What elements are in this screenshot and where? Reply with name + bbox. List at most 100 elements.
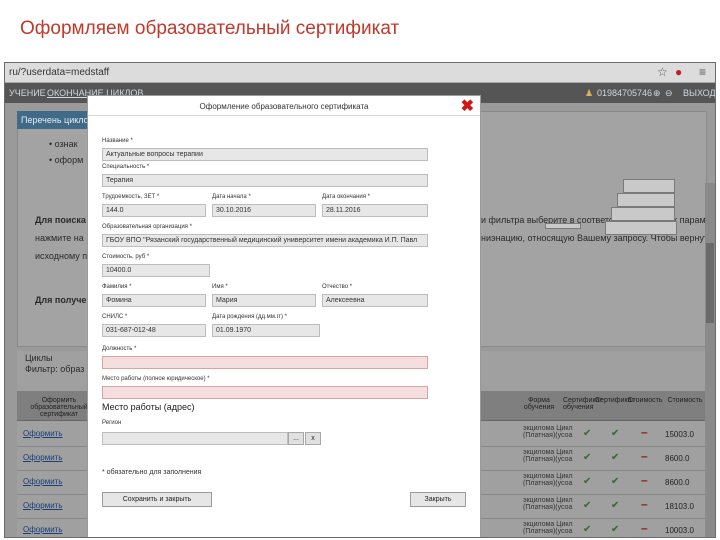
check-icon: ✔ xyxy=(583,524,592,535)
save-and-close-button[interactable]: Сохранить и закрыть xyxy=(102,492,212,507)
col-cert-learn: Сертификат обучения xyxy=(563,397,603,411)
table-filter[interactable]: Фильтр: образ xyxy=(25,364,84,374)
modal-title: Оформление образовательного сертификата xyxy=(88,96,480,116)
region-label: Регион xyxy=(102,420,122,426)
row-mode: экцилома Цикл (Платная)(усоа xyxy=(523,497,573,511)
end-date-field[interactable]: 28.11.2016 xyxy=(322,204,428,217)
address-bar[interactable]: ru/?userdata=medstaff ☆ ● ≡ xyxy=(5,63,715,83)
bullet-2: • оформ xyxy=(49,155,84,165)
address-heading: Место работы (адрес) xyxy=(102,402,195,412)
dash-icon: – xyxy=(641,497,648,511)
phone-text: 01984705746 xyxy=(597,88,653,98)
slide-title: Оформляем образовательный сертификат xyxy=(20,18,400,39)
row-price: 18103.0 xyxy=(665,502,694,511)
url-text[interactable]: ru/?userdata=medstaff xyxy=(9,67,109,78)
dash-icon: – xyxy=(641,449,648,463)
user-icon: ♟ xyxy=(585,88,594,98)
row-mode: экцилома Цикл (Платная)(усоа xyxy=(523,425,573,439)
row-price: 10003.0 xyxy=(665,526,694,535)
col-cost2: Стоимость xyxy=(667,397,703,404)
certificate-modal: Оформление образовательного сертификата … xyxy=(87,95,481,537)
para-search: Для поиска xyxy=(35,215,86,225)
page-scrollbar[interactable] xyxy=(705,183,715,537)
first-name-label: Имя * xyxy=(212,284,228,290)
name-label: Название * xyxy=(102,138,133,144)
table-row[interactable]: Оформить xyxy=(17,471,97,495)
position-field[interactable] xyxy=(102,356,428,369)
start-label: Дата начала * xyxy=(212,194,251,200)
workplace-label: Место работы (полное юридическое) * xyxy=(102,376,210,382)
check-icon: ✔ xyxy=(611,476,620,487)
cost-field[interactable]: 10400.0 xyxy=(102,264,210,277)
org-field[interactable]: ГБОУ ВПО "Рязанский государственный меди… xyxy=(102,234,428,247)
zoom-out-icon[interactable]: ⊖ xyxy=(665,88,673,99)
check-icon: ✔ xyxy=(611,452,620,463)
para-search-b: нажмите на xyxy=(35,233,84,243)
row-price: 15003.0 xyxy=(665,430,694,439)
adblock-icon[interactable]: ● xyxy=(675,65,682,79)
region-picker-button[interactable]: ... xyxy=(288,432,304,445)
col-cost: Стоимость xyxy=(627,397,663,404)
start-date-field[interactable]: 30.10.2016 xyxy=(212,204,316,217)
table-caption: Циклы xyxy=(25,353,53,363)
region-field[interactable] xyxy=(102,432,288,445)
surname-label: Фамилия * xyxy=(102,284,132,290)
table-row[interactable]: Оформить xyxy=(17,447,97,471)
books-illustration xyxy=(545,141,685,241)
star-icon[interactable]: ☆ xyxy=(657,65,668,79)
position-label: Должность * xyxy=(102,346,137,352)
hours-field[interactable]: 144.0 xyxy=(102,204,206,217)
row-mode: экцилома Цикл (Платная)(усоа xyxy=(523,521,573,535)
first-name-field[interactable]: Мария xyxy=(212,294,316,307)
patronymic-label: Отчество * xyxy=(322,284,353,290)
snils-field[interactable]: 031-687-012-48 xyxy=(102,324,206,337)
check-icon: ✔ xyxy=(611,500,620,511)
region-clear-button[interactable]: x xyxy=(305,432,321,445)
dash-icon: – xyxy=(641,425,648,439)
table-row[interactable]: Оформить xyxy=(17,423,97,447)
row-mode: экцилома Цикл (Платная)(усоа xyxy=(523,473,573,487)
birth-date-field[interactable]: 01.09.1970 xyxy=(212,324,320,337)
required-note: * обязательно для заполнения xyxy=(102,469,202,476)
menu-icon[interactable]: ≡ xyxy=(699,65,706,79)
row-mode: экцилома Цикл (Платная)(усоа xyxy=(523,449,573,463)
bullet-1: • ознак xyxy=(49,139,78,149)
close-icon[interactable]: ✖ xyxy=(461,96,474,116)
hours-label: Трудоемкость, ЗЕТ * xyxy=(102,194,160,200)
specialty-label: Специальность * xyxy=(102,164,150,170)
name-field[interactable]: Актуальные вопросы терапии xyxy=(102,148,428,161)
col-cert: Сертификат xyxy=(595,397,635,404)
patronymic-field[interactable]: Алексеевна xyxy=(322,294,428,307)
close-button[interactable]: Закрыть xyxy=(410,492,466,507)
check-icon: ✔ xyxy=(583,428,592,439)
table-row[interactable]: Оформить xyxy=(17,495,97,519)
table-row-right: экцилома Цикл (Платная)(усоа ✔ ✔ – 15003… xyxy=(477,423,707,447)
org-label: Образовательная организация * xyxy=(102,224,192,230)
nav-item-learning[interactable]: УЧЕНИЕ xyxy=(9,88,46,98)
check-icon: ✔ xyxy=(583,500,592,511)
dash-icon: – xyxy=(641,521,648,535)
workplace-field[interactable] xyxy=(102,386,428,399)
row-price: 8600.0 xyxy=(665,478,690,487)
check-icon: ✔ xyxy=(611,428,620,439)
check-icon: ✔ xyxy=(611,524,620,535)
birth-label: Дата рождения (дд.мм.гг) * xyxy=(212,314,287,320)
table-row-right: экцилома Цикл (Платная)(усоа ✔ ✔ – 8600.… xyxy=(477,471,707,495)
table-row[interactable]: Оформить xyxy=(17,519,97,537)
cost-label: Стоимость, руб * xyxy=(102,254,150,260)
table-row-right: экцилома Цикл (Платная)(усоа ✔ ✔ – 10003… xyxy=(477,519,707,537)
check-icon: ✔ xyxy=(583,452,592,463)
col-mode: Форма обучения xyxy=(523,397,555,411)
table-row-right: экцилома Цикл (Платная)(усоа ✔ ✔ – 8600.… xyxy=(477,447,707,471)
zoom-icon[interactable]: ⊕ xyxy=(653,88,661,99)
check-icon: ✔ xyxy=(583,476,592,487)
col-action: Оформить образовательный сертификат xyxy=(30,397,88,418)
logout-link[interactable]: ВЫХОД xyxy=(683,88,715,98)
screenshot-frame: ru/?userdata=medstaff ☆ ● ≡ УЧЕНИЕ ОКОНЧ… xyxy=(4,62,716,538)
row-price: 8600.0 xyxy=(665,454,690,463)
specialty-field[interactable]: Терапия xyxy=(102,174,428,187)
snils-label: СНИЛС * xyxy=(102,314,128,320)
scroll-thumb[interactable] xyxy=(706,243,714,323)
surname-field[interactable]: Фомина xyxy=(102,294,206,307)
end-label: Дата окончания * xyxy=(322,194,371,200)
